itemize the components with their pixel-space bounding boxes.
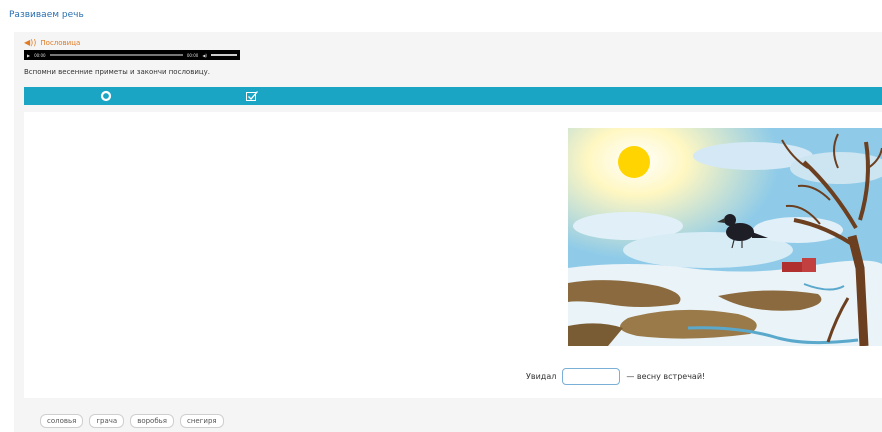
check-button[interactable] [244, 89, 260, 103]
check-icon [246, 91, 258, 101]
word-chip[interactable]: воробья [130, 414, 174, 428]
time-total: 00:00 [186, 52, 199, 58]
speaker-icon: ◀)) [24, 38, 37, 47]
seek-bar[interactable] [49, 54, 183, 56]
reset-icon [100, 90, 112, 102]
reset-button[interactable] [98, 89, 114, 103]
time-current: 00:00 [34, 52, 46, 58]
play-icon[interactable]: ▶ [27, 53, 30, 58]
sentence-before: Увидал [526, 372, 557, 381]
word-chip[interactable]: грача [89, 414, 125, 428]
sentence-after: — весну встречай! [626, 372, 706, 381]
volume-slider[interactable] [211, 54, 237, 56]
page-title: Развиваем речь [9, 10, 84, 20]
proverb-sentence: Увидал — весну встречай! [526, 368, 705, 385]
audio-player[interactable]: ▶ 00:00 00:00 ◀) [24, 50, 240, 60]
audio-title: ◀)) Пословица [24, 38, 80, 47]
word-bank: соловья грача воробья снегиря [40, 414, 224, 428]
word-chip[interactable]: соловья [40, 414, 84, 428]
instruction-text: Вспомни весенние приметы и закончи посло… [24, 68, 211, 76]
word-chip[interactable]: снегиря [180, 414, 224, 428]
volume-icon[interactable]: ◀) [202, 53, 207, 58]
audio-label-text: Пословица [40, 38, 81, 47]
answer-drop-zone[interactable] [562, 368, 621, 385]
toolbar [24, 87, 882, 105]
spring-illustration [568, 128, 882, 346]
